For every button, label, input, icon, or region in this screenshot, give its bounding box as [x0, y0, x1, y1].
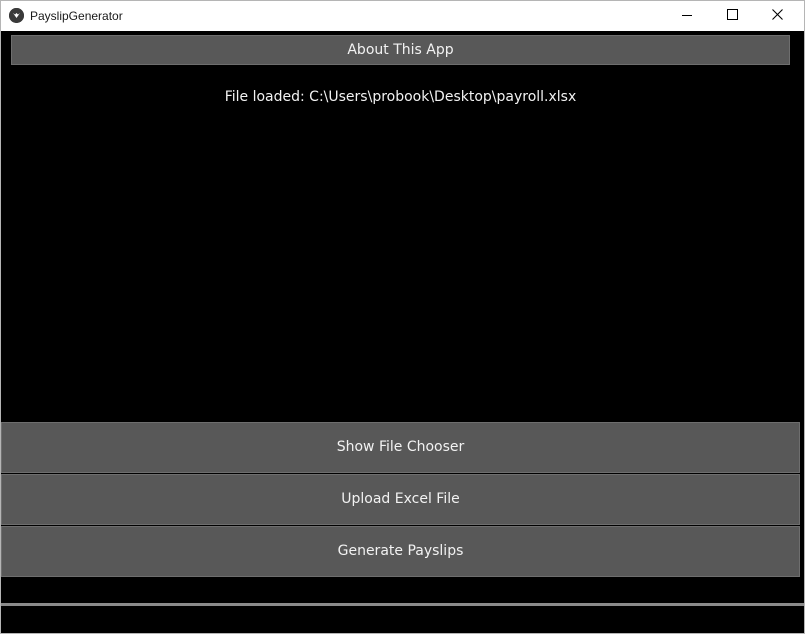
close-icon	[772, 9, 783, 20]
progress-bar	[1, 603, 804, 606]
client-area: About This App File loaded: C:\Users\pro…	[1, 31, 804, 633]
file-status-label: File loaded: C:\Users\probook\Desktop\pa…	[224, 89, 577, 105]
app-window: PayslipGenerator About This App File loa…	[0, 0, 805, 634]
close-button[interactable]	[755, 1, 800, 31]
show-file-chooser-button[interactable]: Show File Chooser	[1, 422, 800, 473]
window-title: PayslipGenerator	[30, 9, 123, 23]
minimize-button[interactable]	[665, 1, 710, 31]
upload-excel-button[interactable]: Upload Excel File	[1, 474, 800, 525]
about-button[interactable]: About This App	[11, 35, 790, 65]
maximize-icon	[727, 9, 738, 20]
generate-payslips-button[interactable]: Generate Payslips	[1, 526, 800, 577]
minimize-icon	[682, 15, 692, 16]
maximize-button[interactable]	[710, 1, 755, 31]
kivy-app-icon	[9, 8, 24, 23]
title-bar[interactable]: PayslipGenerator	[1, 1, 804, 31]
